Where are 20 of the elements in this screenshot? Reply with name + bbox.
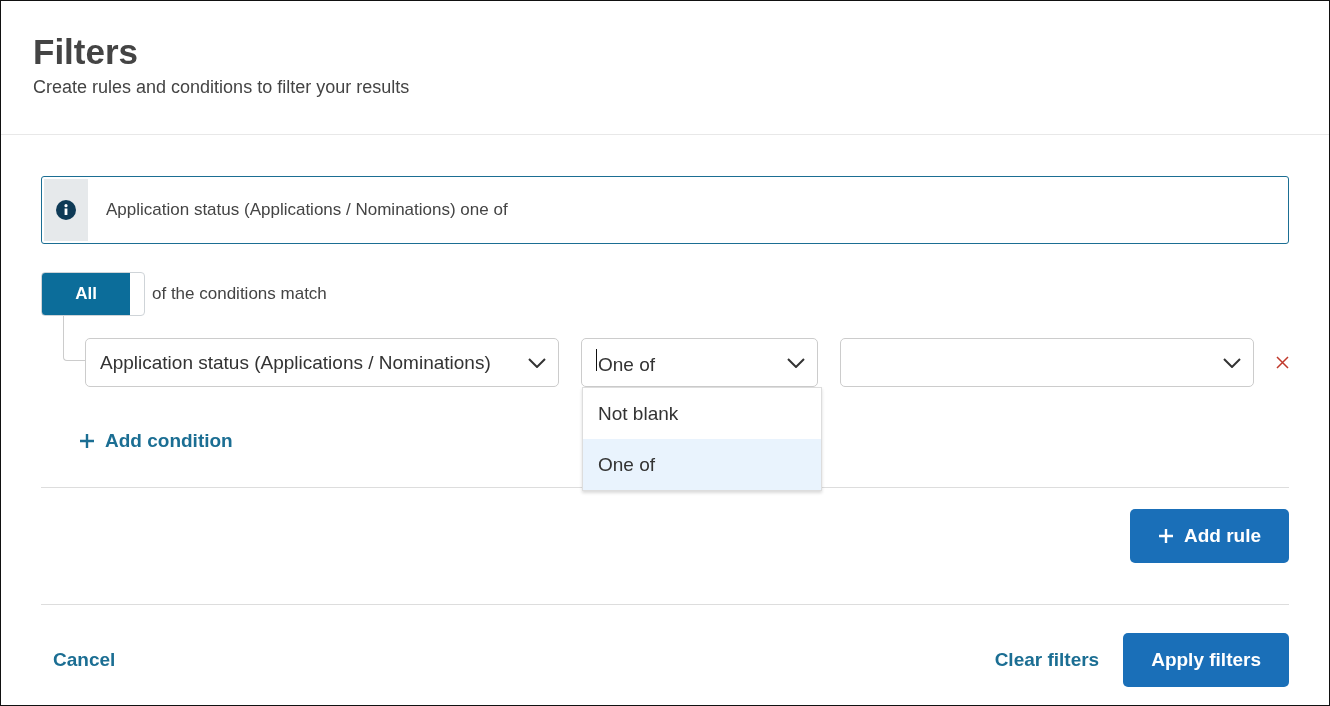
chevron-down-icon	[528, 357, 546, 368]
clear-filters-link[interactable]: Clear filters	[982, 649, 1112, 671]
plus-icon	[1157, 528, 1174, 544]
chevron-down-icon	[787, 357, 805, 368]
add-condition-button[interactable]: Add condition	[79, 430, 233, 452]
chevron-down-icon	[1223, 357, 1241, 368]
dialog-subtitle: Create rules and conditions to filter your results	[33, 77, 411, 98]
add-rule-button[interactable]: Add rule	[1129, 509, 1289, 563]
filter-summary: Application status (Applications / Nominations) one of	[106, 200, 508, 220]
apply-filters-button[interactable]: Apply filters	[1123, 633, 1289, 687]
match-toggle[interactable]: All	[41, 272, 145, 316]
info-icon	[56, 200, 76, 220]
plus-icon	[79, 433, 95, 449]
field-select[interactable]: Application status (Applications / Nominations)	[85, 338, 559, 387]
match-label: of the conditions match	[152, 284, 327, 304]
dialog-title: Filters	[33, 31, 140, 73]
menu-option[interactable]: One of	[583, 439, 821, 490]
close-icon[interactable]	[1276, 356, 1289, 369]
cancel-link[interactable]: Cancel	[41, 649, 128, 671]
menu-option[interactable]: Not blank	[583, 388, 821, 439]
